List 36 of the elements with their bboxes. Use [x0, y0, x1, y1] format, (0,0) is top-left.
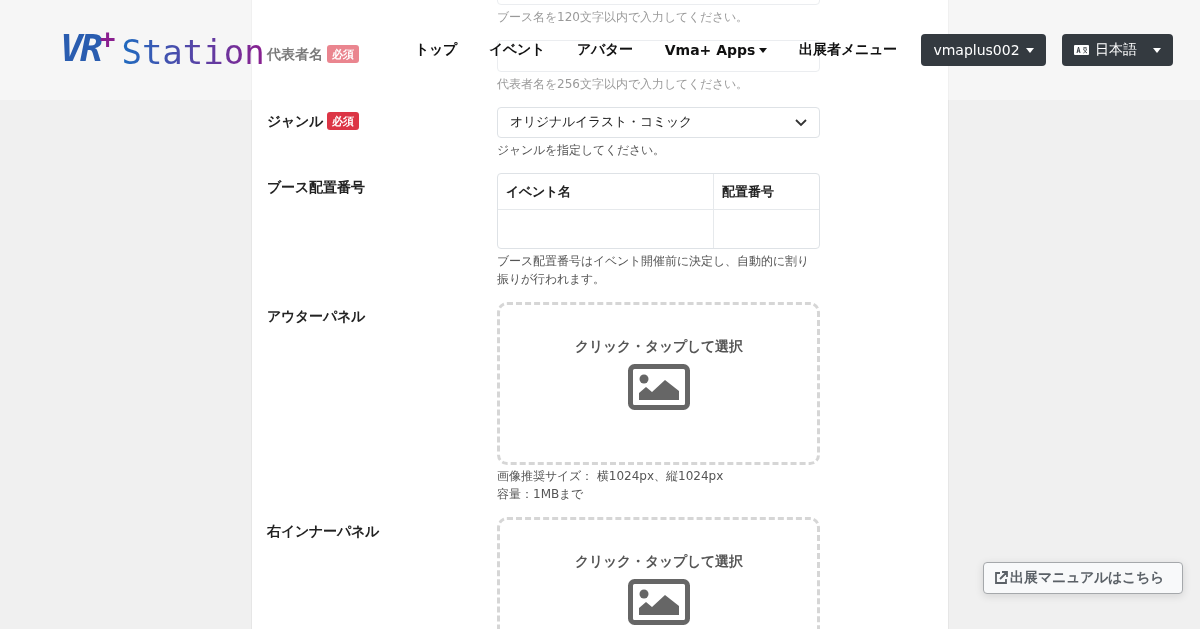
- genre-select[interactable]: オリジナルイラスト・コミック: [497, 107, 820, 138]
- field-label: 右インナーパネル: [267, 522, 379, 541]
- field-hint: 容量：1MBまで: [497, 486, 585, 503]
- field-hint: ブース配置番号はイベント開催前に決定し、自動的に割り振りが行われます。: [497, 253, 810, 288]
- language-button[interactable]: 日本語: [1061, 34, 1173, 66]
- required-badge: 必須: [327, 45, 359, 63]
- caret-icon: [1152, 47, 1161, 53]
- field-hint: 画像推奨サイズ： 横1024px、縦1024px: [497, 468, 725, 485]
- chevron-down-icon: [795, 118, 807, 127]
- field-label: 代表者名: [267, 45, 323, 64]
- nav-link[interactable]: トップ: [414, 41, 457, 59]
- drop-prompt: クリック・タップして選択: [574, 338, 743, 356]
- account-button[interactable]: vmaplus002: [921, 34, 1046, 66]
- nav-link[interactable]: 出展者メニュー: [799, 41, 898, 59]
- translate-icon: [1073, 45, 1089, 55]
- table-header-cell: イベント名: [498, 174, 714, 210]
- caret-icon: [759, 47, 768, 53]
- nav-link[interactable]: Vma+ Apps: [664, 42, 768, 58]
- caret-icon: [1025, 47, 1034, 53]
- nav-link[interactable]: アバター: [576, 41, 633, 59]
- image-drop-zone[interactable]: クリック・タップして選択: [497, 302, 820, 465]
- nav-link[interactable]: イベント: [488, 41, 545, 59]
- table-header-cell: 配置番号: [714, 174, 819, 210]
- field-hint: ジャンルを指定してください。: [497, 142, 666, 159]
- required-badge: 必須: [327, 112, 359, 130]
- image-icon: [627, 579, 690, 625]
- external-link-icon: [994, 571, 1008, 585]
- field-label: アウターパネル: [267, 307, 365, 326]
- field-hint: 代表者名を256文字以内で入力してください。: [497, 76, 749, 93]
- field-label: ブース配置番号: [267, 178, 365, 197]
- field-label: ジャンル: [267, 112, 323, 131]
- drop-prompt: クリック・タップして選択: [574, 553, 743, 571]
- manual-link-button[interactable]: 出展マニュアルはこちら: [983, 562, 1183, 594]
- field-hint: ブース名を120文字以内で入力してください。: [497, 9, 749, 26]
- image-drop-zone[interactable]: クリック・タップして選択: [497, 517, 820, 629]
- image-icon: [627, 364, 690, 410]
